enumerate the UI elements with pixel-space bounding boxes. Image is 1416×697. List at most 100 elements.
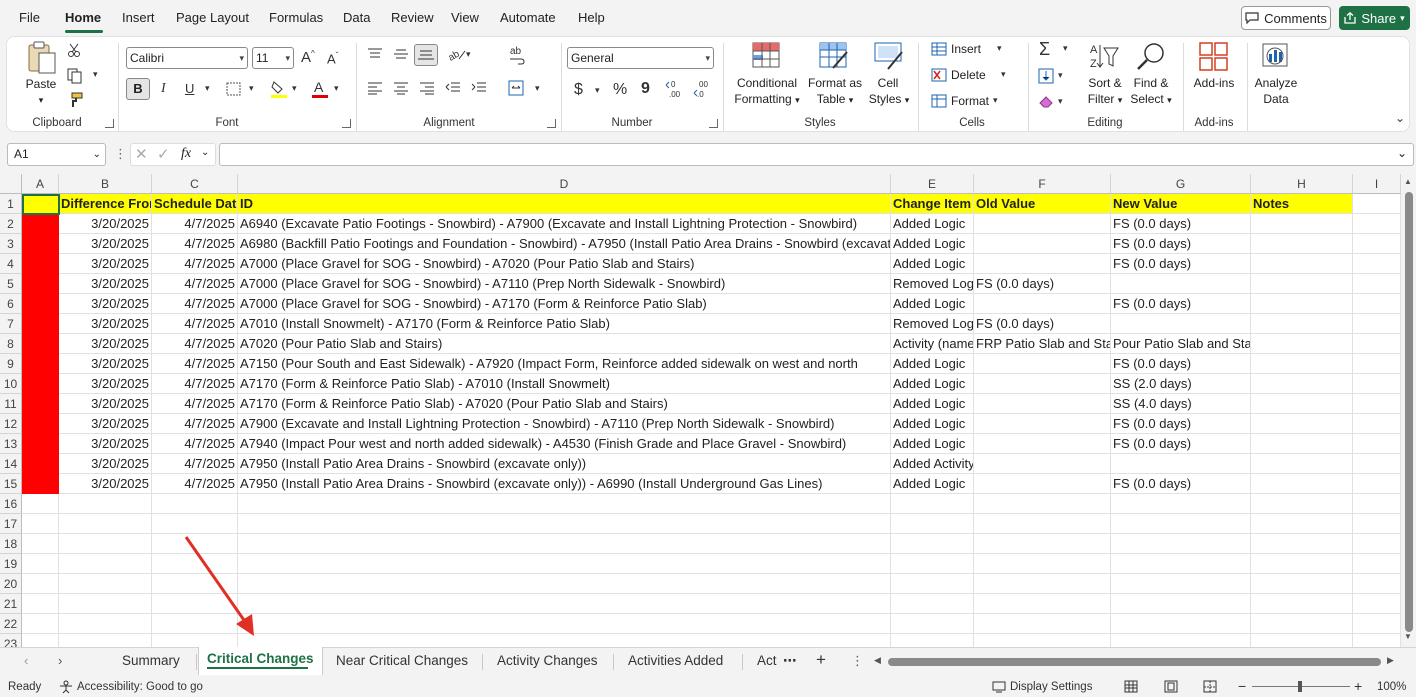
header-cell[interactable]: Difference From xyxy=(59,194,152,214)
column-header-d[interactable]: D xyxy=(238,174,891,194)
fill-icon[interactable] xyxy=(1038,68,1054,84)
empty-cell[interactable] xyxy=(59,534,152,554)
empty-cell[interactable] xyxy=(1111,534,1251,554)
percent-button[interactable]: % xyxy=(613,81,627,99)
table-cell[interactable] xyxy=(974,254,1111,274)
underline-chevron-icon[interactable]: ▾ xyxy=(205,83,210,94)
empty-cell[interactable] xyxy=(891,574,974,594)
flag-cell[interactable] xyxy=(22,374,59,394)
comma-button[interactable]: 9 xyxy=(641,80,650,98)
table-cell[interactable] xyxy=(1353,374,1401,394)
empty-cell[interactable] xyxy=(1353,634,1401,647)
table-cell[interactable]: 3/20/2025 xyxy=(59,374,152,394)
row-header[interactable]: 21 xyxy=(0,594,22,614)
menu-home[interactable]: Home xyxy=(65,10,101,25)
empty-cell[interactable] xyxy=(59,594,152,614)
table-cell[interactable] xyxy=(1251,474,1353,494)
table-cell[interactable] xyxy=(1251,314,1353,334)
column-header-e[interactable]: E xyxy=(891,174,974,194)
menu-view[interactable]: View xyxy=(451,10,479,25)
row-header[interactable]: 20 xyxy=(0,574,22,594)
empty-cell[interactable] xyxy=(1353,534,1401,554)
spreadsheet-grid[interactable]: A B C D E F G H I 1 2 3 4 5 6 7 8 9 10 11 12 13 14 15 16 17 18 19 20… xyxy=(0,174,1416,647)
empty-cell[interactable] xyxy=(1111,514,1251,534)
row-header[interactable]: 4 xyxy=(0,254,22,274)
cut-icon[interactable] xyxy=(67,43,81,57)
table-cell[interactable]: 4/7/2025 xyxy=(152,214,238,234)
table-cell[interactable]: Added Logic xyxy=(891,234,974,254)
empty-cell[interactable] xyxy=(1251,554,1353,574)
table-cell[interactable]: Added Logic xyxy=(891,254,974,274)
share-button[interactable]: Share ▾ xyxy=(1339,6,1410,30)
empty-cell[interactable] xyxy=(59,574,152,594)
header-cell[interactable]: Change Item xyxy=(891,194,974,214)
underline-button[interactable]: U xyxy=(185,81,194,96)
table-cell[interactable]: A7900 (Excavate and Install Lightning Pr… xyxy=(238,414,891,434)
table-cell[interactable]: FS (0.0 days) xyxy=(974,314,1111,334)
table-cell[interactable]: Removed Logic xyxy=(891,274,974,294)
header-cell[interactable]: Notes xyxy=(1251,194,1353,214)
flag-cell[interactable] xyxy=(22,394,59,414)
empty-cell[interactable] xyxy=(152,614,238,634)
sheet-tab-activity-changes[interactable]: Activity Changes xyxy=(497,653,598,668)
table-cell[interactable]: 3/20/2025 xyxy=(59,294,152,314)
scroll-down-icon[interactable]: ▼ xyxy=(1404,632,1412,641)
table-cell[interactable]: 3/20/2025 xyxy=(59,334,152,354)
empty-cell[interactable] xyxy=(974,594,1111,614)
empty-cell[interactable] xyxy=(1251,494,1353,514)
flag-cell[interactable] xyxy=(22,314,59,334)
table-cell[interactable]: 4/7/2025 xyxy=(152,394,238,414)
empty-cell[interactable] xyxy=(1111,634,1251,647)
page-layout-view-icon[interactable] xyxy=(1164,680,1178,693)
empty-cell[interactable] xyxy=(22,534,59,554)
decrease-font-icon[interactable]: Aˇ xyxy=(327,51,338,66)
empty-cell[interactable] xyxy=(891,614,974,634)
flag-cell[interactable] xyxy=(22,334,59,354)
empty-cell[interactable] xyxy=(974,614,1111,634)
table-cell[interactable]: FS (0.0 days) xyxy=(1111,354,1251,374)
empty-cell[interactable] xyxy=(238,534,891,554)
comments-button[interactable]: Comments xyxy=(1241,6,1331,30)
table-cell[interactable]: A7950 (Install Patio Area Drains - Snowb… xyxy=(238,474,891,494)
table-cell[interactable] xyxy=(1251,394,1353,414)
empty-cell[interactable] xyxy=(152,534,238,554)
table-cell[interactable]: FS (0.0 days) xyxy=(1111,474,1251,494)
display-settings-button[interactable]: Display Settings xyxy=(1010,681,1092,693)
row-header[interactable]: 14 xyxy=(0,454,22,474)
flag-cell[interactable] xyxy=(22,294,59,314)
empty-cell[interactable] xyxy=(152,634,238,647)
header-cell[interactable]: ID xyxy=(238,194,891,214)
table-cell[interactable] xyxy=(1111,454,1251,474)
menu-data[interactable]: Data xyxy=(343,10,370,25)
table-cell[interactable]: 4/7/2025 xyxy=(152,274,238,294)
flag-cell[interactable] xyxy=(22,354,59,374)
empty-cell[interactable] xyxy=(238,514,891,534)
table-cell[interactable]: Added Logic xyxy=(891,374,974,394)
table-cell[interactable] xyxy=(974,434,1111,454)
borders-icon[interactable] xyxy=(226,82,242,96)
table-cell[interactable]: A7010 (Install Snowmelt) - A7170 (Form &… xyxy=(238,314,891,334)
table-cell[interactable] xyxy=(1353,474,1401,494)
add-sheet-button[interactable]: + xyxy=(816,650,826,670)
empty-cell[interactable] xyxy=(1111,554,1251,574)
clear-chevron-icon[interactable]: ▾ xyxy=(1058,96,1063,107)
row-header[interactable]: 19 xyxy=(0,554,22,574)
align-bottom-button[interactable] xyxy=(414,44,438,66)
vertical-scrollbar[interactable]: ▲ ▼ xyxy=(1401,174,1416,647)
empty-cell[interactable] xyxy=(152,554,238,574)
table-cell[interactable]: 3/20/2025 xyxy=(59,394,152,414)
table-cell[interactable] xyxy=(1251,234,1353,254)
collapse-ribbon-chevron-icon[interactable]: ⌄ xyxy=(1395,111,1405,125)
align-middle-icon[interactable] xyxy=(393,47,409,61)
clipboard-launcher-icon[interactable] xyxy=(105,119,114,128)
table-cell[interactable]: A7170 (Form & Reinforce Patio Slab) - A7… xyxy=(238,374,891,394)
table-cell[interactable] xyxy=(1251,254,1353,274)
paste-button[interactable] xyxy=(25,41,57,78)
table-cell[interactable] xyxy=(1251,374,1353,394)
row-header[interactable]: 10 xyxy=(0,374,22,394)
table-cell[interactable]: 3/20/2025 xyxy=(59,214,152,234)
empty-cell[interactable] xyxy=(1353,614,1401,634)
table-cell[interactable] xyxy=(974,414,1111,434)
empty-cell[interactable] xyxy=(891,514,974,534)
empty-cell[interactable] xyxy=(22,634,59,647)
